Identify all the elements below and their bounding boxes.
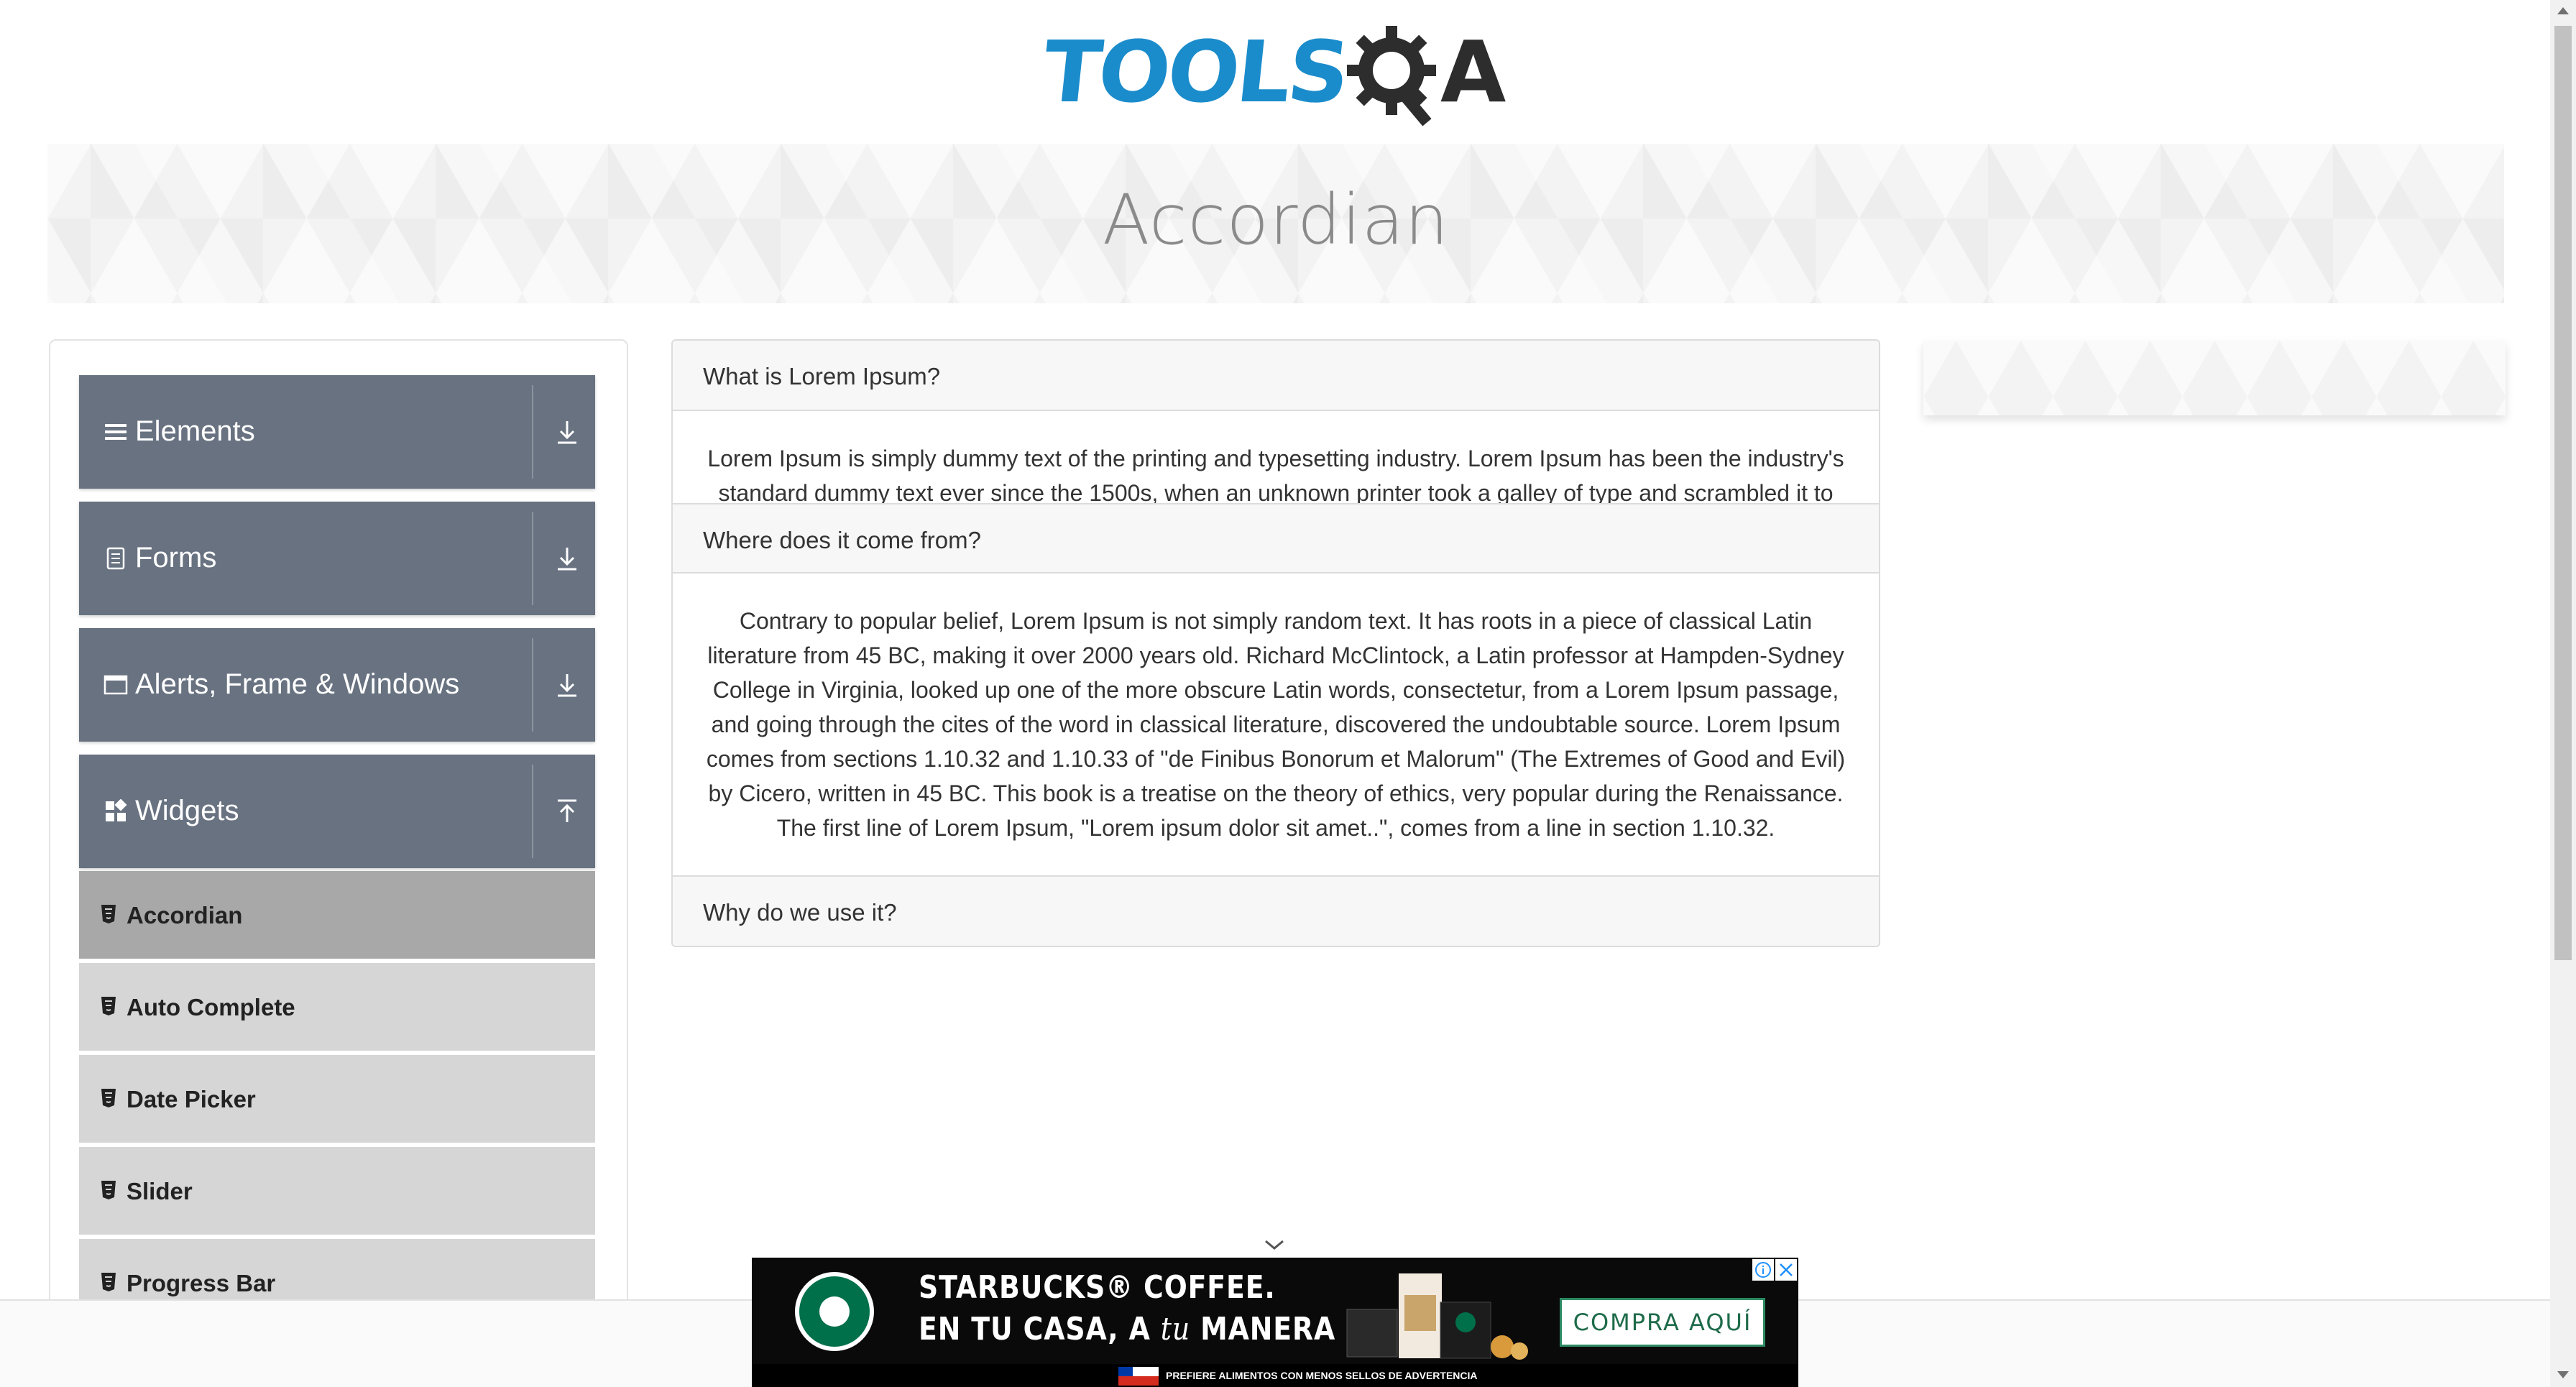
page-scrollbar[interactable] [2550,0,2576,1387]
ad-disclaimer-bar: PREFIERE ALIMENTOS CON MENOS SELLOS DE A… [752,1364,1798,1387]
logo-text-tools: TOOLS [1038,22,1352,121]
accordion-header-text: What is Lorem Ipsum? [703,363,941,390]
accordion: What is Lorem Ipsum? Lorem Ipsum is simp… [671,339,1880,947]
sidebar-item-label: Date Picker [126,1086,256,1112]
upload-arrow-icon[interactable] [551,795,584,828]
ad-headline-line-2: EN TU CASA, A tu MANERA [919,1311,1336,1347]
accordion-header-text: Where does it come from? [703,527,981,553]
window-icon [104,675,128,695]
ad-close-icon[interactable] [1775,1259,1797,1281]
gear-magnifier-icon [1347,26,1436,126]
ad-buy-now-button[interactable]: COMPRA AQUÍ [1560,1298,1765,1347]
sidebar-group-elements[interactable]: Elements [79,375,595,489]
hamburger-icon [105,424,126,440]
starbucks-logo [795,1272,874,1351]
scroll-up-icon[interactable] [2557,7,2569,14]
page-title: Accordian [1102,180,1450,260]
sidebar-group-label: Forms [135,542,217,573]
left-sidebar: Elements Forms Alerts, Frame & Windows W… [49,339,628,1387]
html5-icon [101,1089,116,1107]
toolsqa-logo[interactable]: TOOLS A [1039,22,1511,129]
accordion-header-text: Why do we use it? [703,899,897,926]
sidebar-group-label: Alerts, Frame & Windows [135,668,460,700]
divider [532,638,533,732]
sidebar-group-widgets[interactable]: Widgets [79,755,595,868]
ad-headline-line-1: STARBUCKS® COFFEE. [919,1269,1276,1306]
sidebar-item-date-picker[interactable]: Date Picker [79,1055,595,1143]
download-arrow-icon[interactable] [551,542,584,575]
sidebar-group-label: Widgets [135,795,239,826]
logo-text-a: A [1440,22,1506,121]
widgets-icon [106,799,127,821]
right-ad-placeholder [1923,341,2506,415]
starbucks-ad-banner[interactable]: STARBUCKS® COFFEE. EN TU CASA, A tu MANE… [752,1258,1798,1387]
chevron-down-icon[interactable] [1264,1238,1285,1252]
sidebar-group-alerts-frame-windows[interactable]: Alerts, Frame & Windows [79,628,595,742]
html5-icon [101,1273,116,1291]
ad-disclaimer-text: PREFIERE ALIMENTOS CON MENOS SELLOS DE A… [1166,1370,1478,1381]
adchoices-icon[interactable] [1752,1259,1774,1281]
accordion-section-2-header[interactable]: Where does it come from? [673,503,1879,573]
sidebar-item-accordian[interactable]: Accordian [79,871,595,959]
sidebar-group-label: Elements [135,415,255,447]
sidebar-item-label: Progress Bar [126,1270,276,1296]
divider [532,385,533,479]
coffee-products-image [1346,1273,1528,1360]
accordion-section-2-body: Contrary to popular belief, Lorem Ipsum … [673,573,1879,858]
sidebar-group-forms[interactable]: Forms [79,502,595,615]
divider [532,512,533,605]
page-banner: Accordian [47,144,2504,303]
sidebar-item-label: Accordian [126,902,243,928]
sidebar-item-label: Auto Complete [126,994,295,1020]
html5-icon [101,997,116,1015]
sidebar-item-label: Slider [126,1178,193,1204]
accordion-section-1-header[interactable]: What is Lorem Ipsum? [673,341,1879,411]
scroll-down-icon[interactable] [2557,1371,2569,1378]
download-arrow-icon[interactable] [551,415,584,448]
accordion-section-1-body: Lorem Ipsum is simply dummy text of the … [673,411,1879,504]
accordion-section-3-header[interactable]: Why do we use it? [673,875,1879,946]
document-icon [106,547,125,570]
sidebar-item-auto-complete[interactable]: Auto Complete [79,963,595,1051]
download-arrow-icon[interactable] [551,668,584,701]
divider [532,765,533,858]
scrollbar-thumb[interactable] [2554,26,2572,960]
html5-icon [101,905,116,923]
sidebar-item-slider[interactable]: Slider [79,1147,595,1235]
html5-icon [101,1181,116,1199]
chile-flag-icon [1118,1367,1159,1386]
